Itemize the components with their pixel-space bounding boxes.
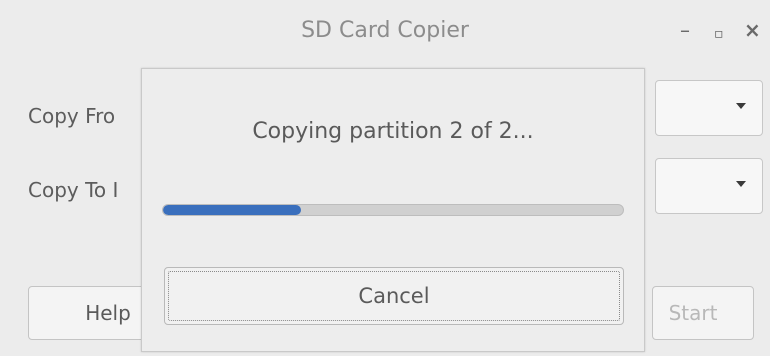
minimize-button[interactable]: – [680,20,690,40]
maximize-button[interactable]: ▫ [714,24,724,44]
copy-to-dropdown[interactable] [655,158,763,214]
copy-to-label: Copy To I [28,178,119,202]
progress-bar-fill [163,205,301,215]
cancel-button[interactable]: Cancel [164,267,624,325]
start-button[interactable]: Start [652,286,754,340]
copy-from-label: Copy Fro [28,104,116,128]
progress-dialog: Copying partition 2 of 2... Cancel [141,68,645,352]
help-button[interactable]: Help [28,286,148,340]
chevron-down-icon [736,181,746,187]
copy-from-dropdown[interactable] [655,80,763,136]
close-button[interactable]: × [744,20,761,40]
progress-bar [162,204,624,216]
progress-status-text: Copying partition 2 of 2... [252,119,534,144]
chevron-down-icon [736,103,746,109]
window-title: SD Card Copier [301,18,469,43]
title-bar: SD Card Copier – ▫ × [0,0,770,72]
